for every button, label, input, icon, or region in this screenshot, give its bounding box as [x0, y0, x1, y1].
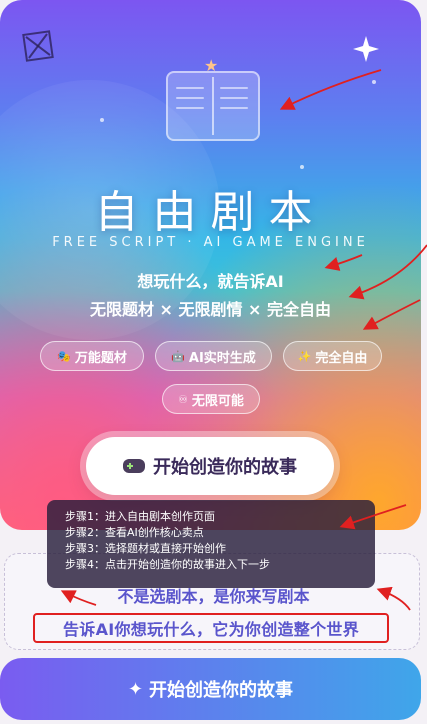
- bottom-start-story-label: 开始创造你的故事: [149, 680, 294, 701]
- sparkle-icon: ✦: [127, 678, 144, 700]
- tooltip-step: 步骤1：进入自由剧本创作页面: [65, 510, 215, 523]
- sparkle-dot: [100, 118, 104, 122]
- open-book-icon: [166, 71, 260, 141]
- chip-universal-theme[interactable]: 🎭 万能题材: [40, 341, 144, 371]
- chip-label: 万能题材: [74, 350, 127, 366]
- tooltip-step: 步骤3：选择题材或直接开始创作: [65, 542, 226, 555]
- promo-line-primary: 不是选剧本，是你来写剧本: [117, 587, 310, 606]
- chip-full-freedom[interactable]: ✨ 完全自由: [283, 341, 382, 371]
- gamepad-icon: [123, 459, 145, 473]
- tagline-secondary: 无限题材 × 无限剧情 × 完全自由: [89, 300, 332, 319]
- sparkle-dot: [372, 80, 376, 84]
- english-subtitle: FREE SCRIPT · AI GAME ENGINE: [52, 235, 369, 250]
- hero-card: ★ 自由剧本 FREE SCRIPT · AI GAME ENGINE 想玩什么…: [0, 0, 421, 530]
- tooltip-step: 步骤2：查看AI创作核心卖点: [65, 526, 204, 539]
- step-tooltip: 步骤1：进入自由剧本创作页面 步骤2：查看AI创作核心卖点 步骤3：选择题材或直…: [47, 500, 375, 588]
- tooltip-step: 步骤4：点击开始创造你的故事进入下一步: [65, 558, 270, 571]
- chip-ai-realtime[interactable]: 🤖 AI实时生成: [155, 341, 272, 371]
- chip-label: 完全自由: [315, 350, 368, 366]
- infinity-icon: ♾: [178, 392, 188, 406]
- robot-icon: 🤖: [171, 349, 185, 363]
- decorative-frame-icon: [22, 30, 54, 62]
- start-story-button[interactable]: 开始创造你的故事: [86, 437, 334, 495]
- theater-masks-icon: 🎭: [57, 349, 71, 363]
- sparkle-dot: [300, 165, 304, 169]
- sparkle-wand-icon: ✨: [297, 349, 312, 363]
- tagline-primary: 想玩什么，就告诉AI: [137, 272, 284, 291]
- chip-label: AI实时生成: [188, 350, 256, 366]
- promo-line-highlighted: 告诉AI你想玩什么，它为你创造整个世界: [33, 613, 389, 643]
- bottom-start-story-button[interactable]: ✦ 开始创造你的故事: [0, 658, 421, 720]
- chip-infinite-possibility[interactable]: ♾ 无限可能: [162, 384, 260, 414]
- sparkle-icon: [353, 36, 379, 62]
- promo-line-secondary: 告诉AI你想玩什么，它为你创造整个世界: [62, 620, 360, 639]
- chip-label: 无限可能: [191, 393, 244, 409]
- start-story-label: 开始创造你的故事: [153, 457, 297, 478]
- page-title: 自由剧本: [94, 187, 327, 238]
